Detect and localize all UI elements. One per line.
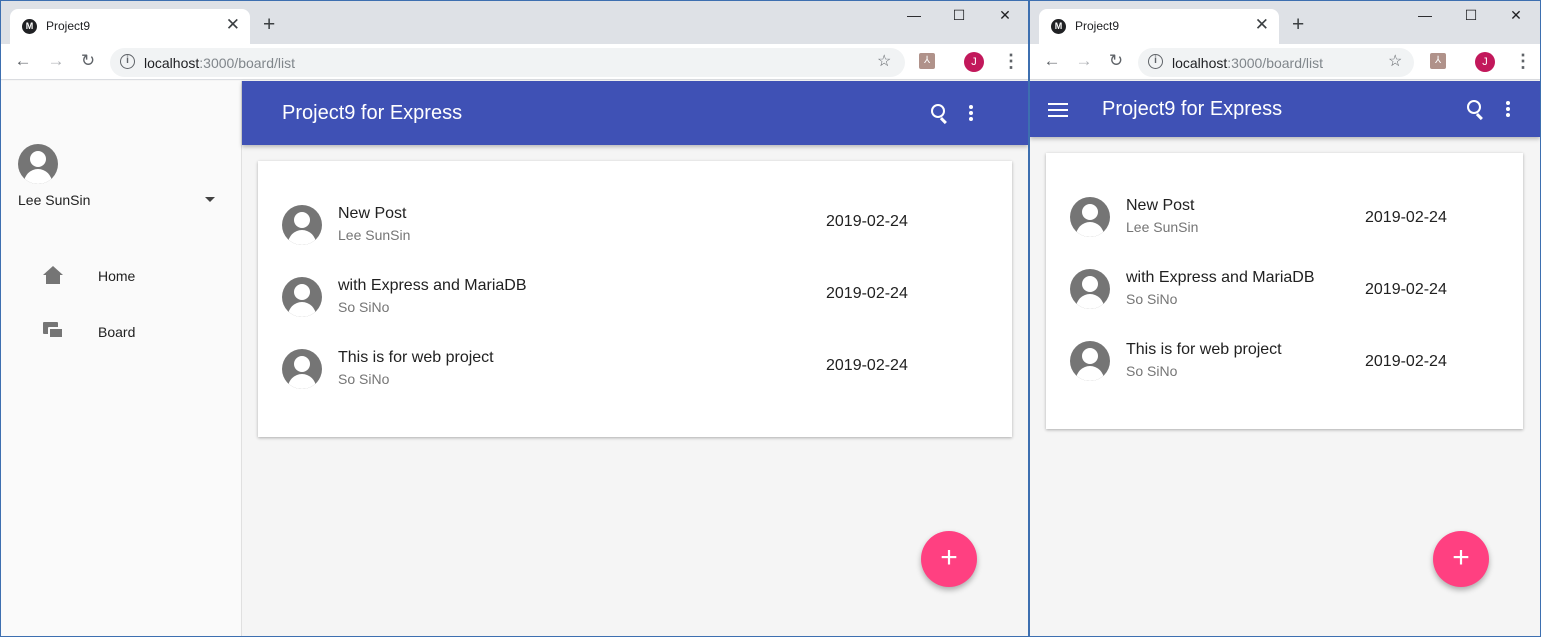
post-author: Lee SunSin	[1126, 219, 1199, 235]
new-tab-button[interactable]: +	[263, 13, 275, 37]
post-avatar-icon	[282, 349, 322, 389]
browser-tab[interactable]: M Project9 ✕	[1039, 9, 1279, 44]
site-info-icon[interactable]: i	[120, 54, 135, 69]
profile-avatar[interactable]: J	[964, 52, 984, 72]
post-title: This is for web project	[338, 349, 494, 366]
search-icon[interactable]	[1467, 100, 1481, 114]
reload-button[interactable]: ↻	[78, 50, 98, 72]
forward-button[interactable]: →	[46, 50, 66, 72]
tab-strip: M Project9 ✕ + — ☐ ✕	[1030, 1, 1540, 44]
post-list-card: New Post Lee SunSin 2019-02-24 with Expr…	[258, 161, 1012, 437]
post-row[interactable]: This is for web project So SiNo 2019-02-…	[1046, 329, 1523, 401]
navigation-drawer: Lee SunSin Home Board	[1, 81, 242, 636]
tab-close-icon[interactable]: ✕	[1255, 15, 1269, 35]
post-author: So SiNo	[338, 371, 390, 387]
post-avatar-icon	[1070, 197, 1110, 237]
forum-icon	[43, 322, 65, 342]
new-tab-button[interactable]: +	[1292, 13, 1304, 37]
post-author: So SiNo	[1126, 291, 1178, 307]
site-info-icon[interactable]: i	[1148, 54, 1163, 69]
minimize-button[interactable]: —	[904, 5, 924, 25]
post-avatar-icon	[282, 277, 322, 317]
browser-menu-icon[interactable]: ⋮	[1002, 50, 1020, 72]
drawer-item-label: Home	[98, 268, 136, 284]
browser-window-wide: M Project9 ✕ + — ☐ ✕ ← → ↻ i localhost:3…	[0, 0, 1029, 637]
browser-toolbar: ← → ↻ i localhost:3000/board/list ☆ ⅄ J …	[1, 44, 1028, 80]
post-date: 2019-02-24	[826, 357, 908, 374]
post-avatar-icon	[1070, 269, 1110, 309]
post-title: This is for web project	[1126, 341, 1282, 358]
home-icon	[43, 266, 65, 286]
close-window-button[interactable]: ✕	[995, 5, 1015, 25]
browser-window-narrow: M Project9 ✕ + — ☐ ✕ ← → ↻ i localhost:3…	[1029, 0, 1541, 637]
browser-toolbar: ← → ↻ i localhost:3000/board/list ☆ ⅄ J …	[1030, 44, 1540, 80]
pdf-extension-icon[interactable]: ⅄	[1430, 53, 1446, 69]
back-button[interactable]: ←	[13, 50, 33, 72]
drawer-item-label: Board	[98, 324, 136, 340]
url-text: localhost:3000/board/list	[1172, 55, 1323, 71]
app-title: Project9 for Express	[282, 102, 463, 124]
post-row[interactable]: with Express and MariaDB So SiNo 2019-02…	[1046, 257, 1523, 329]
add-post-button[interactable]: +	[1433, 531, 1489, 587]
post-row[interactable]: New Post Lee SunSin 2019-02-24	[258, 193, 1012, 265]
maximize-button[interactable]: ☐	[949, 5, 969, 25]
tab-title: Project9	[1075, 19, 1120, 33]
post-avatar-icon	[1070, 341, 1110, 381]
add-post-button[interactable]: +	[921, 531, 977, 587]
tab-close-icon[interactable]: ✕	[226, 15, 240, 35]
post-row[interactable]: This is for web project So SiNo 2019-02-…	[258, 337, 1012, 409]
browser-menu-icon[interactable]: ⋮	[1514, 50, 1532, 72]
profile-avatar[interactable]: J	[1475, 52, 1495, 72]
tab-favicon-icon: M	[1051, 19, 1066, 34]
minimize-button[interactable]: —	[1415, 5, 1435, 25]
post-author: So SiNo	[338, 299, 390, 315]
url-text: localhost:3000/board/list	[144, 55, 295, 71]
bookmark-star-icon[interactable]: ☆	[1388, 52, 1402, 72]
back-button[interactable]: ←	[1042, 50, 1062, 72]
address-bar[interactable]: i localhost:3000/board/list ☆	[110, 48, 905, 77]
post-title: New Post	[338, 205, 407, 222]
browser-tab[interactable]: M Project9 ✕	[10, 9, 250, 44]
bookmark-star-icon[interactable]: ☆	[877, 52, 891, 72]
app-title: Project9 for Express	[1102, 98, 1283, 120]
post-avatar-icon	[282, 205, 322, 245]
post-title: New Post	[1126, 197, 1195, 214]
drawer-item-board[interactable]: Board	[1, 308, 241, 356]
pdf-extension-icon[interactable]: ⅄	[919, 53, 935, 69]
maximize-button[interactable]: ☐	[1461, 5, 1481, 25]
drawer-item-home[interactable]: Home	[1, 252, 241, 300]
post-date: 2019-02-24	[1365, 281, 1447, 298]
drawer-user-name[interactable]: Lee SunSin	[18, 192, 90, 208]
tab-strip: M Project9 ✕ + — ☐ ✕	[1, 1, 1028, 44]
post-date: 2019-02-24	[826, 213, 908, 230]
app-bar: Project9 for Express	[242, 81, 1028, 145]
post-row[interactable]: New Post Lee SunSin 2019-02-24	[1046, 185, 1523, 257]
more-vert-icon[interactable]	[1506, 101, 1510, 105]
hamburger-menu-icon[interactable]	[1048, 103, 1068, 105]
search-icon[interactable]	[931, 104, 945, 118]
post-row[interactable]: with Express and MariaDB So SiNo 2019-02…	[258, 265, 1012, 337]
post-title: with Express and MariaDB	[1126, 269, 1315, 286]
app-bar: Project9 for Express	[1030, 81, 1540, 137]
reload-button[interactable]: ↻	[1106, 50, 1126, 72]
address-bar[interactable]: i localhost:3000/board/list ☆	[1138, 48, 1414, 77]
caret-down-icon[interactable]	[205, 197, 215, 202]
post-author: So SiNo	[1126, 363, 1178, 379]
more-vert-icon[interactable]	[969, 105, 973, 109]
post-date: 2019-02-24	[1365, 353, 1447, 370]
close-window-button[interactable]: ✕	[1506, 5, 1526, 25]
tab-title: Project9	[46, 19, 91, 33]
tab-favicon-icon: M	[22, 19, 37, 34]
post-date: 2019-02-24	[1365, 209, 1447, 226]
post-list-card: New Post Lee SunSin 2019-02-24 with Expr…	[1046, 153, 1523, 429]
post-title: with Express and MariaDB	[338, 277, 527, 294]
post-author: Lee SunSin	[338, 227, 411, 243]
forward-button[interactable]: →	[1074, 50, 1094, 72]
post-date: 2019-02-24	[826, 285, 908, 302]
user-avatar-icon	[18, 144, 58, 184]
